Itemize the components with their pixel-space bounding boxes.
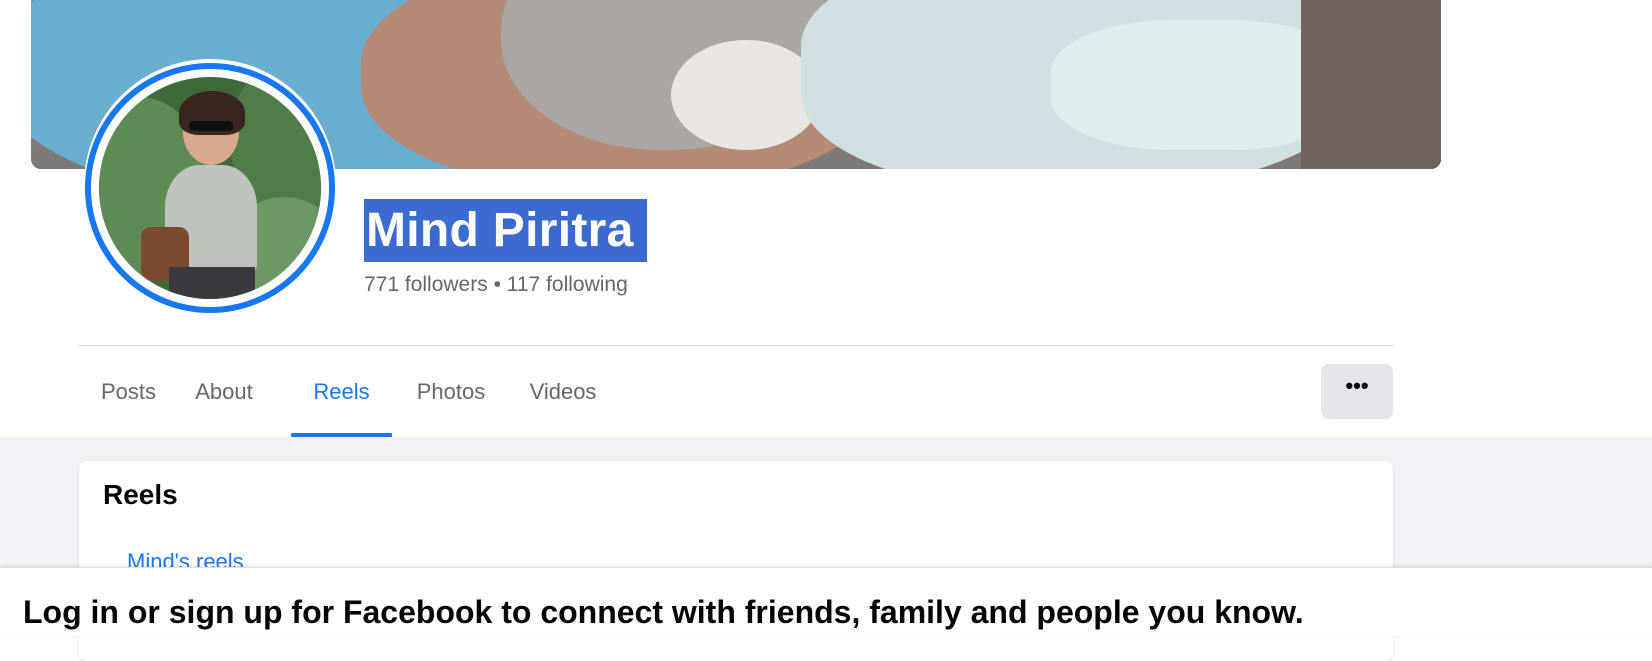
header-divider [79, 345, 1393, 346]
active-tab-indicator [291, 433, 392, 437]
follower-stats[interactable]: 771 followers • 117 following [364, 272, 628, 298]
section-title: Reels [103, 479, 178, 510]
profile-name: Mind Piritra [364, 199, 647, 262]
more-options-button[interactable]: ••• [1321, 364, 1393, 419]
tab-posts[interactable]: Posts [79, 360, 178, 437]
tab-label: Reels [313, 379, 370, 404]
login-prompt: Log in or sign up for Facebook to connec… [23, 594, 1304, 630]
tab-label: Posts [100, 379, 157, 404]
profile-picture [99, 77, 321, 299]
ellipsis-icon: ••• [1345, 373, 1369, 398]
tab-videos[interactable]: Videos [513, 360, 613, 437]
avatar[interactable] [85, 63, 335, 313]
tab-photos[interactable]: Photos [400, 360, 502, 437]
tab-label: Photos [416, 379, 486, 404]
tab-label: Videos [529, 379, 597, 404]
tab-about[interactable]: About [178, 360, 270, 437]
tab-label: About [195, 379, 253, 404]
login-banner: Log in or sign up for Facebook to connec… [0, 567, 1652, 636]
tab-reels[interactable]: Reels [291, 360, 392, 437]
